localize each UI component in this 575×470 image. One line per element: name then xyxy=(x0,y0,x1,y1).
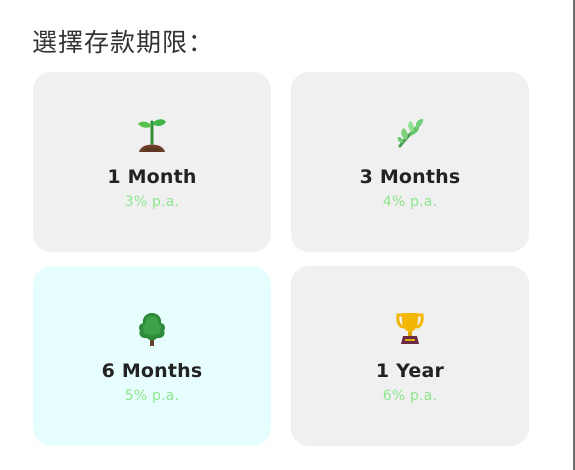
section-title: 選擇存款期限： xyxy=(32,28,215,57)
term-option-1-year[interactable]: 1 Year 6% p.a. xyxy=(291,266,529,446)
interest-rate: 5% p.a. xyxy=(124,388,180,404)
term-label: 3 Months xyxy=(359,166,461,188)
trophy-icon xyxy=(390,306,430,350)
term-label: 1 Month xyxy=(107,166,197,188)
interest-rate: 4% p.a. xyxy=(382,194,438,210)
term-options-grid: 1 Month 3% p.a. 3 Months 4% p.a. 6 Month… xyxy=(33,72,529,448)
term-label: 1 Year xyxy=(375,360,445,382)
herb-icon xyxy=(390,112,430,156)
tree-icon xyxy=(132,306,172,350)
sprout-icon xyxy=(132,112,172,156)
term-label: 6 Months xyxy=(101,360,203,382)
term-option-6-months[interactable]: 6 Months 5% p.a. xyxy=(33,266,271,446)
deposit-term-panel: 選擇存款期限： 1 Month 3% p.a. 3 Months 4% p.a.… xyxy=(0,0,575,470)
interest-rate: 3% p.a. xyxy=(124,194,180,210)
interest-rate: 6% p.a. xyxy=(382,388,438,404)
term-option-1-month[interactable]: 1 Month 3% p.a. xyxy=(33,72,271,252)
term-option-3-months[interactable]: 3 Months 4% p.a. xyxy=(291,72,529,252)
